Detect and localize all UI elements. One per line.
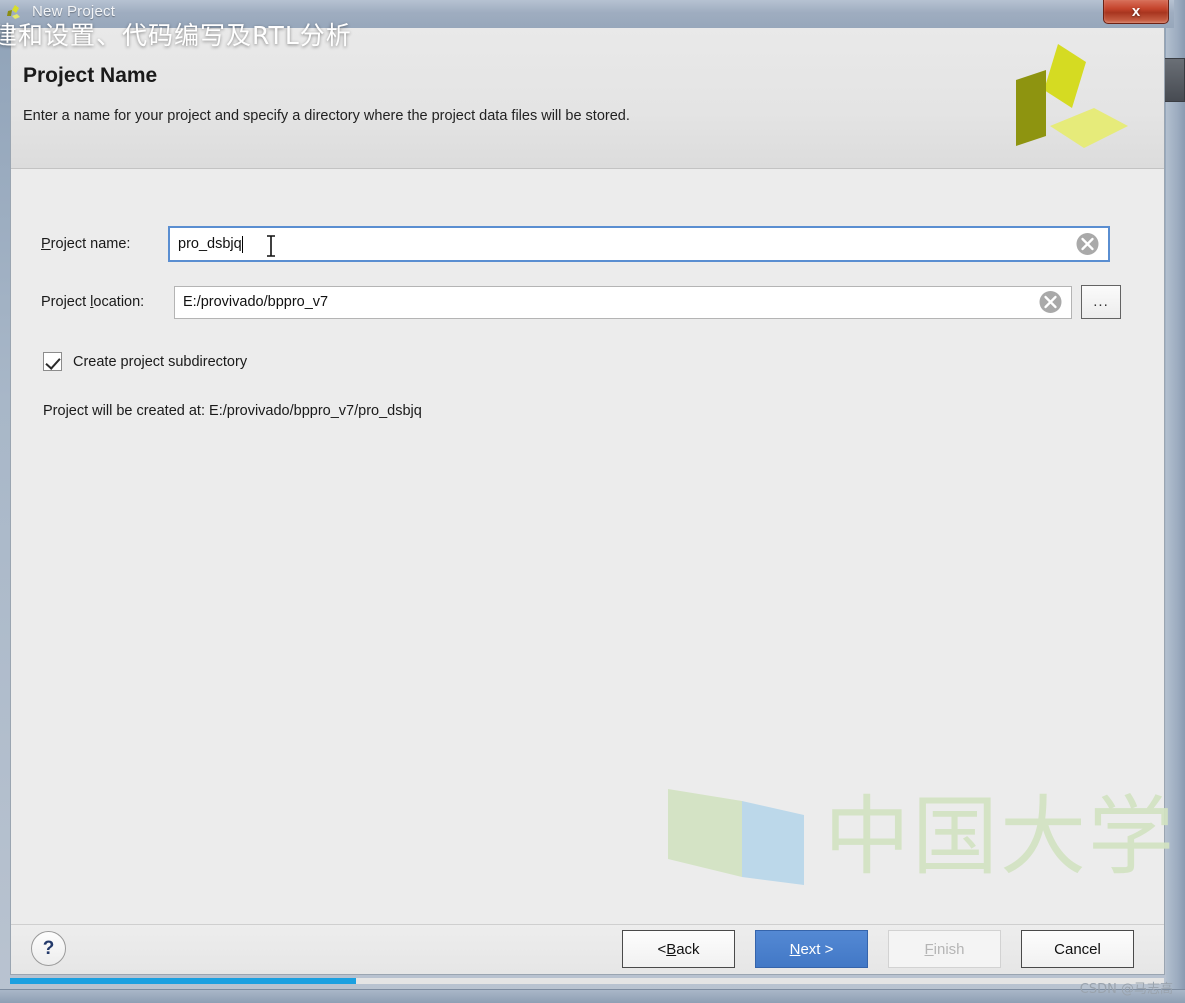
clear-project-location-icon[interactable] xyxy=(1038,290,1063,315)
csdn-credit: CSDN @马志高 xyxy=(1079,982,1173,997)
ellipsis-icon: ... xyxy=(1093,293,1109,310)
progress-bar-track[interactable] xyxy=(10,978,1164,984)
question-mark-icon: ? xyxy=(42,937,55,959)
back-button-prefix: < xyxy=(657,940,667,958)
page-title: Project Name xyxy=(23,64,158,87)
project-location-label: Project location: xyxy=(41,294,174,310)
book-icon xyxy=(668,789,804,885)
close-icon: x xyxy=(1131,3,1141,20)
bottom-bar xyxy=(0,989,1185,1003)
mooc-watermark: 中国大学 xyxy=(664,781,1176,893)
xilinx-logo xyxy=(1008,38,1136,158)
footer-button-group: < Back Next > Finish Cancel xyxy=(622,930,1134,968)
cancel-button-label: Cancel xyxy=(1054,940,1101,958)
back-button-suffix: ack xyxy=(676,940,700,958)
dialog-footer: ? < Back Next > Finish Cancel xyxy=(11,924,1164,974)
cancel-button[interactable]: Cancel xyxy=(1021,930,1134,968)
browse-directory-button[interactable]: ... xyxy=(1081,285,1121,319)
progress-bar-fill xyxy=(10,978,357,984)
create-subdirectory-row[interactable]: Create project subdirectory xyxy=(43,352,247,371)
text-caret xyxy=(241,235,243,253)
project-name-row: Project name: pro_dsbjq xyxy=(41,226,1110,262)
back-button[interactable]: < Back xyxy=(622,930,735,968)
finish-button-mnemonic: F xyxy=(924,940,934,958)
next-button[interactable]: Next > xyxy=(755,930,868,968)
clear-project-name-icon[interactable] xyxy=(1075,232,1100,257)
project-name-label-rest: roject name: xyxy=(50,236,131,252)
new-project-dialog: New Project x Project Name Enter a name … xyxy=(0,0,1174,1003)
create-subdirectory-label: Create project subdirectory xyxy=(73,353,248,370)
project-location-label-rest: ocation: xyxy=(93,294,145,310)
project-location-row: Project location: E:/provivado/bppro_v7 … xyxy=(41,285,1121,319)
back-button-mnemonic: B xyxy=(666,940,677,958)
project-location-value: E:/provivado/bppro_v7 xyxy=(183,294,329,310)
project-path-preview: Project will be created at: E:/provivado… xyxy=(43,403,422,419)
project-location-input[interactable]: E:/provivado/bppro_v7 xyxy=(174,285,1072,319)
project-name-input[interactable]: pro_dsbjq xyxy=(168,226,1110,262)
dialog-body: Project Name Enter a name for your proje… xyxy=(10,28,1174,975)
overlay-caption: 建和设置、代码编写及RTL分析 xyxy=(0,21,352,50)
project-name-label: Project name: xyxy=(41,236,168,252)
finish-button-suffix: inish xyxy=(933,940,965,958)
project-name-label-mnemonic: P xyxy=(41,236,51,252)
next-button-suffix: ext > xyxy=(800,940,834,958)
create-subdirectory-checkbox[interactable] xyxy=(43,352,62,371)
project-name-value: pro_dsbjq xyxy=(178,236,242,252)
page-subtitle: Enter a name for your project and specif… xyxy=(23,108,630,124)
ibeam-cursor-icon xyxy=(267,235,275,257)
help-button[interactable]: ? xyxy=(31,931,66,966)
next-button-mnemonic: N xyxy=(789,940,801,958)
close-button[interactable]: x xyxy=(1103,0,1169,24)
bottom-status-area xyxy=(0,975,1185,1003)
dialog-content: Project name: pro_dsbjq Project location… xyxy=(11,170,1174,925)
finish-button: Finish xyxy=(888,930,1001,968)
mooc-watermark-text: 中国大学 xyxy=(824,787,1176,887)
project-location-label-prefix: Project xyxy=(41,294,91,310)
